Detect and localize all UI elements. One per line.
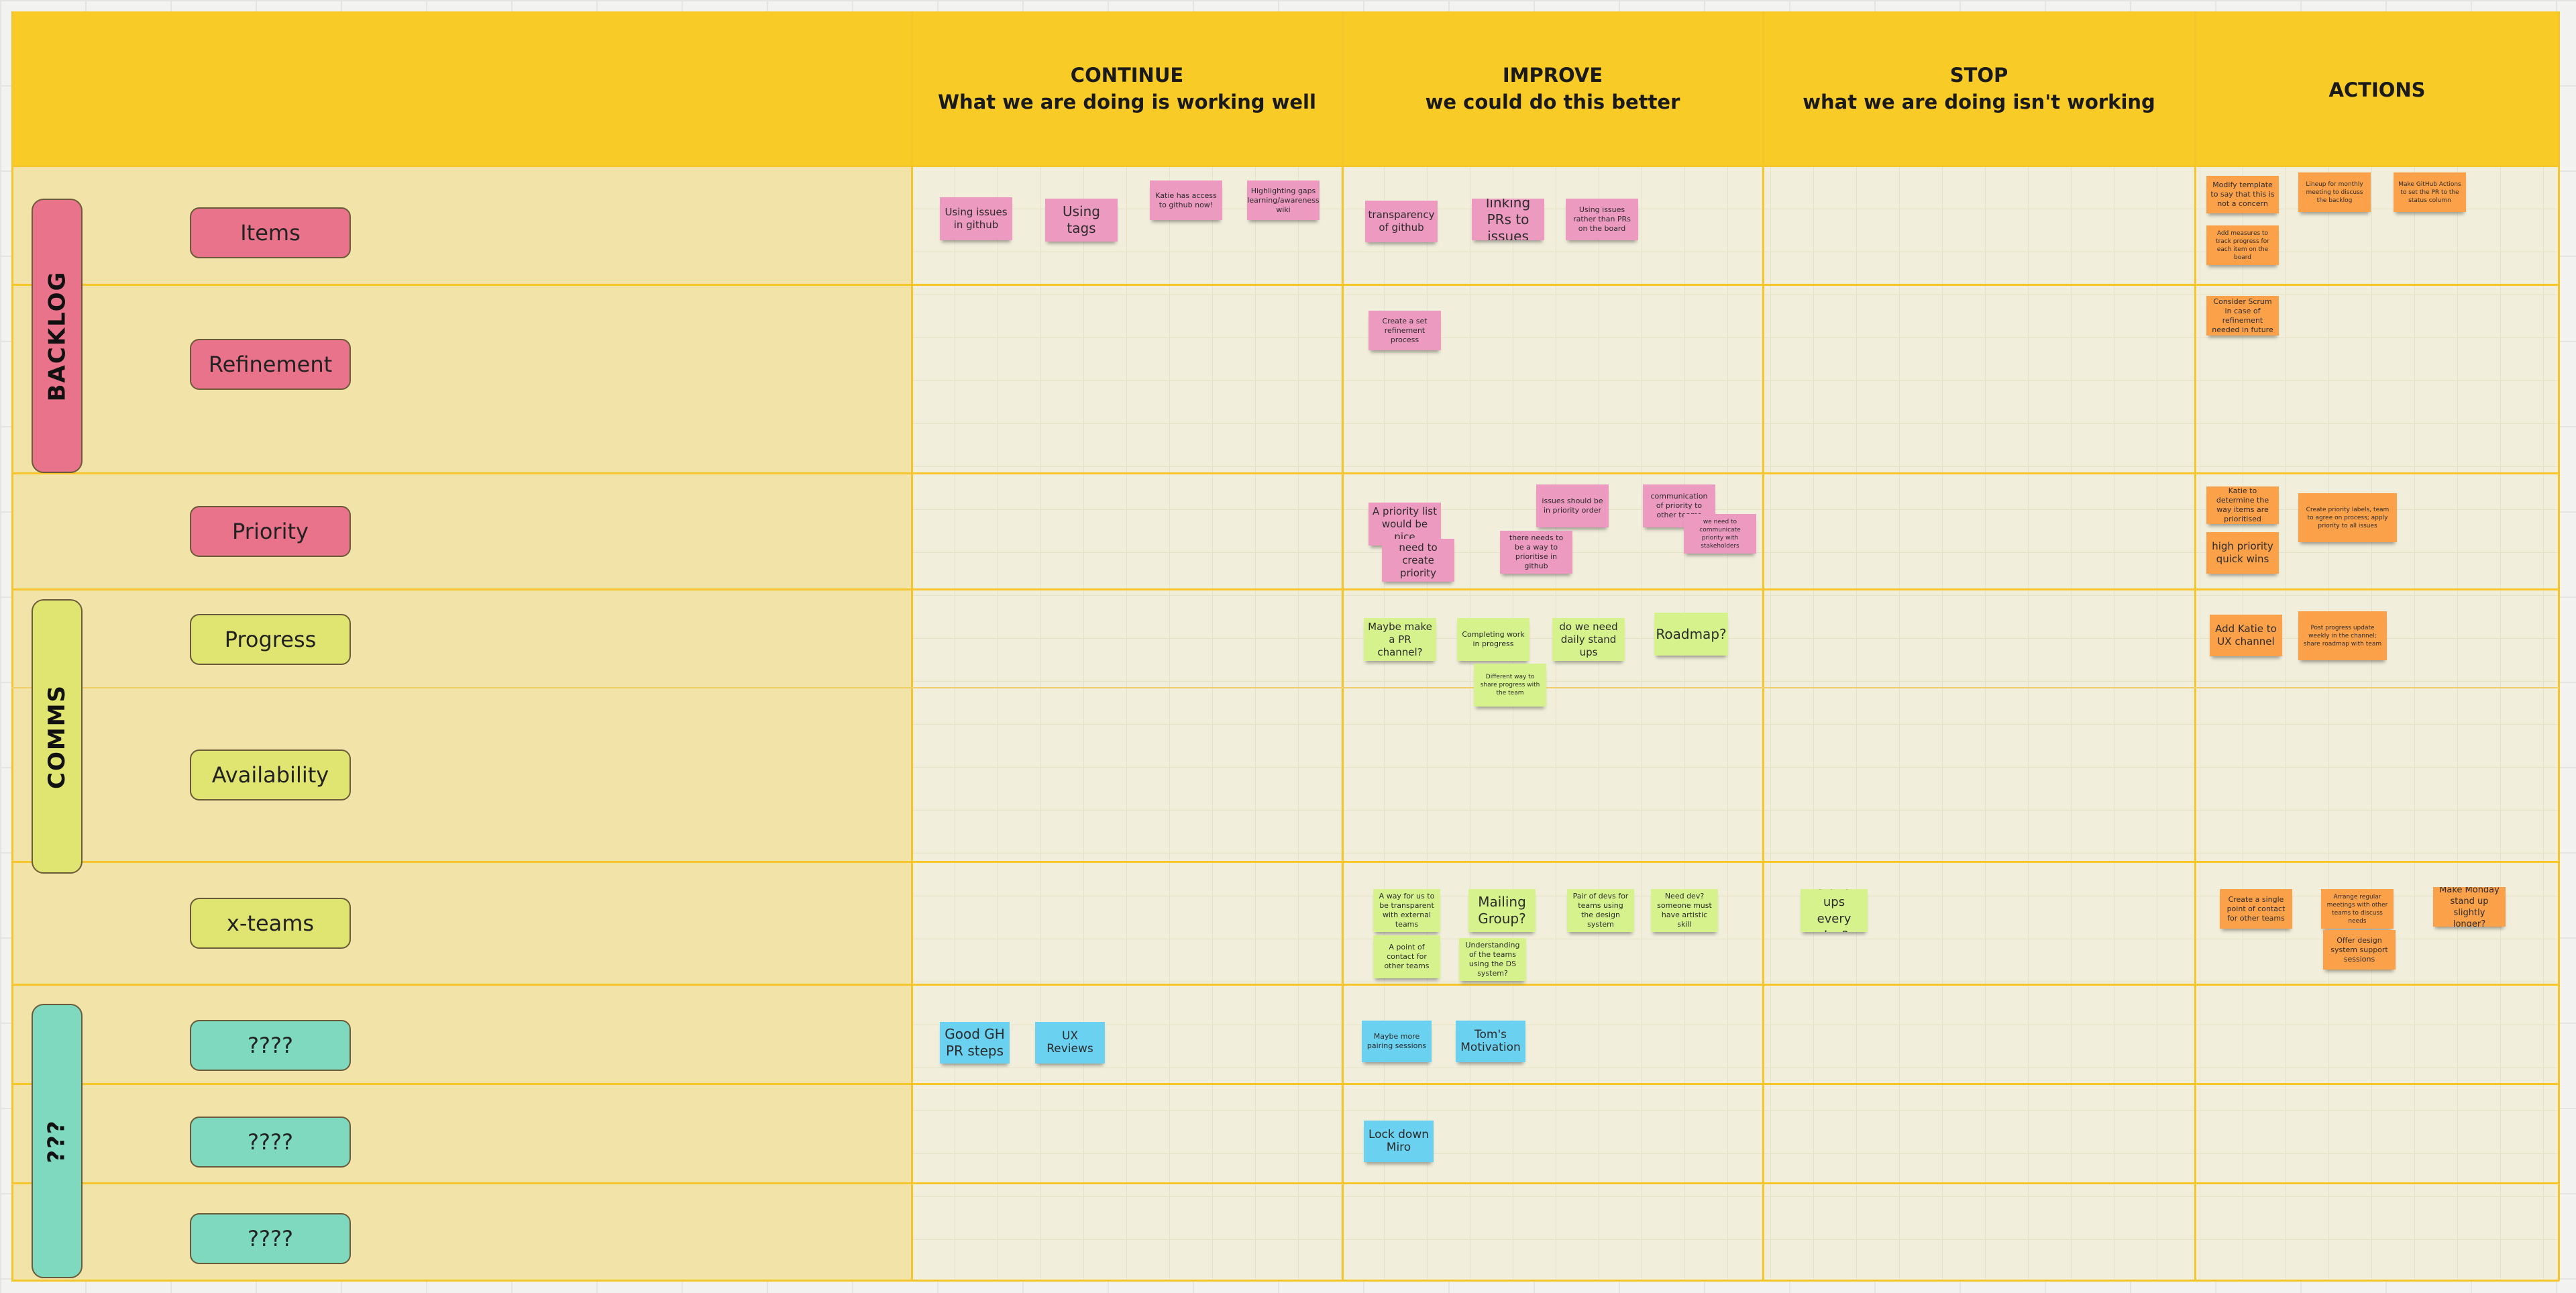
sticky-note[interactable]: A point of contact for other teams (1373, 935, 1440, 978)
row-label-availability[interactable]: Availability (190, 749, 351, 800)
sticky-note[interactable]: need to create priority (1382, 539, 1454, 582)
sticky-note[interactable]: Good GH PR steps (940, 1022, 1010, 1064)
sticky-note[interactable]: Completing work in progress (1457, 618, 1529, 661)
sticky-note[interactable]: Roadmap? (1654, 613, 1728, 656)
column-divider (1342, 11, 1344, 1281)
sticky-note[interactable]: stand ups every day? (1801, 889, 1868, 932)
sticky-note[interactable]: Understanding of the teams using the DS … (1459, 938, 1526, 981)
group-label: BACKLOG (44, 270, 71, 401)
column-divider (2194, 11, 2196, 1281)
grid-line (2558, 11, 2560, 1281)
group-comms[interactable]: COMMS (32, 599, 83, 874)
row-divider (11, 861, 2559, 863)
row-label-text: Refinement (208, 352, 333, 377)
sticky-note[interactable]: Katie has access to github now! (1150, 180, 1222, 220)
group-backlog[interactable]: BACKLOG (32, 199, 83, 473)
sticky-note[interactable]: there needs to be a way to prioritise in… (1500, 531, 1572, 574)
row-divider (11, 1280, 2559, 1282)
sticky-note[interactable]: Using tags (1045, 199, 1118, 242)
column-header-actions: ACTIONS (2195, 56, 2559, 123)
sticky-note[interactable]: Katie to determine the way items are pri… (2206, 486, 2279, 524)
row-divider (11, 472, 2559, 474)
group-unknown[interactable]: ??? (32, 1004, 83, 1278)
row-divider (11, 1083, 2559, 1085)
sticky-note[interactable]: Make Monday stand up slightly longer? (2433, 887, 2506, 927)
sticky-note[interactable]: Mailing Group? (1468, 889, 1536, 932)
sticky-note[interactable]: Lineup for monthly meeting to discuss th… (2298, 172, 2371, 212)
row-label-items[interactable]: Items (190, 207, 351, 258)
sticky-note[interactable]: we need to communicate priority with sta… (1684, 514, 1756, 554)
sticky-note[interactable]: Need dev? someone must have artistic ski… (1651, 889, 1718, 932)
group-label: ??? (43, 1119, 70, 1163)
sticky-note[interactable]: Offer design system support sessions (2323, 930, 2396, 970)
row-label-unknown-1[interactable]: ???? (190, 1020, 351, 1071)
row-divider (11, 588, 2559, 590)
column-subtitle: what we are doing isn't working (1803, 91, 2155, 113)
sticky-note[interactable]: Pair of devs for teams using the design … (1567, 889, 1634, 932)
group-label: COMMS (44, 684, 71, 789)
row-label-text: ???? (248, 1129, 293, 1155)
row-label-text: Items (240, 220, 301, 246)
column-divider (1762, 11, 1764, 1281)
column-subtitle: What we are doing is working well (938, 91, 1316, 113)
row-label-unknown-2[interactable]: ???? (190, 1117, 351, 1168)
sticky-note[interactable]: Highlighting gaps learning/awareness wik… (1247, 180, 1320, 220)
sticky-note[interactable]: Arrange regular meetings with other team… (2321, 889, 2394, 929)
sticky-note[interactable]: transparency of github (1365, 201, 1438, 242)
sticky-note[interactable]: high priority quick wins (2206, 532, 2279, 574)
row-label-text: Priority (232, 519, 309, 544)
row-divider (11, 687, 2559, 688)
sticky-note[interactable]: Modify template to say that this is not … (2206, 176, 2279, 213)
column-title: ACTIONS (2328, 79, 2426, 101)
sticky-note[interactable]: Add Katie to UX channel (2210, 615, 2282, 656)
row-label-priority[interactable]: Priority (190, 506, 351, 557)
sticky-note[interactable]: Make GitHub Actions to set the PR to the… (2394, 172, 2466, 212)
sticky-note[interactable]: Using issues in github (940, 197, 1012, 240)
row-label-progress[interactable]: Progress (190, 614, 351, 665)
row-label-text: x-teams (226, 911, 315, 936)
retro-grid (912, 166, 2559, 1281)
row-label-zone (11, 166, 912, 1281)
sticky-note[interactable]: Tom's Motivation (1456, 1021, 1525, 1062)
sticky-note[interactable]: Different way to share progress with the… (1474, 664, 1546, 707)
sticky-note[interactable]: UX Reviews (1035, 1022, 1105, 1064)
column-header-stop: STOP what we are doing isn't working (1763, 11, 2195, 166)
column-header-improve: IMPROVE we could do this better (1342, 11, 1763, 166)
grid-line (11, 11, 13, 1281)
row-label-unknown-3[interactable]: ???? (190, 1213, 351, 1264)
row-divider (11, 1182, 2559, 1184)
column-title: IMPROVE (1502, 64, 1603, 87)
row-label-text: Availability (211, 762, 329, 788)
row-label-text: Progress (224, 627, 317, 652)
row-label-text: ???? (248, 1226, 293, 1251)
sticky-note[interactable]: Maybe more pairing sessions (1362, 1021, 1432, 1062)
column-title: CONTINUE (1070, 64, 1184, 87)
sticky-note[interactable]: Post progress update weekly in the chann… (2298, 611, 2387, 660)
column-title: STOP (1949, 64, 2008, 87)
sticky-note[interactable]: Lock down Miro (1364, 1121, 1434, 1162)
column-divider (911, 11, 913, 1281)
sticky-note[interactable]: linking PRs to issues (1472, 199, 1544, 240)
sticky-note[interactable]: do we need daily stand ups (1552, 618, 1625, 661)
sticky-note[interactable]: A way for us to be transparent with exte… (1373, 889, 1440, 932)
sticky-note[interactable]: Using issues rather than PRs on the boar… (1566, 199, 1638, 240)
row-divider (11, 984, 2559, 986)
sticky-note[interactable]: Consider Scrum in case of refinement nee… (2206, 296, 2279, 335)
row-divider (11, 165, 2559, 167)
row-label-refinement[interactable]: Refinement (190, 339, 351, 390)
sticky-note[interactable]: Create a set refinement process (1368, 311, 1441, 350)
sticky-note[interactable]: Add measures to track progress for each … (2206, 225, 2279, 265)
row-divider (11, 284, 2559, 286)
sticky-note[interactable]: Maybe make a PR channel? (1364, 618, 1436, 661)
column-header-continue: CONTINUE What we are doing is working we… (912, 11, 1342, 166)
row-label-x-teams[interactable]: x-teams (190, 898, 351, 949)
sticky-note[interactable]: Create priority labels, team to agree on… (2298, 493, 2397, 542)
column-subtitle: we could do this better (1425, 91, 1680, 113)
row-label-text: ???? (248, 1033, 293, 1058)
sticky-note[interactable]: Create a single point of contact for oth… (2220, 889, 2292, 929)
sticky-note[interactable]: issues should be in priority order (1536, 484, 1609, 527)
